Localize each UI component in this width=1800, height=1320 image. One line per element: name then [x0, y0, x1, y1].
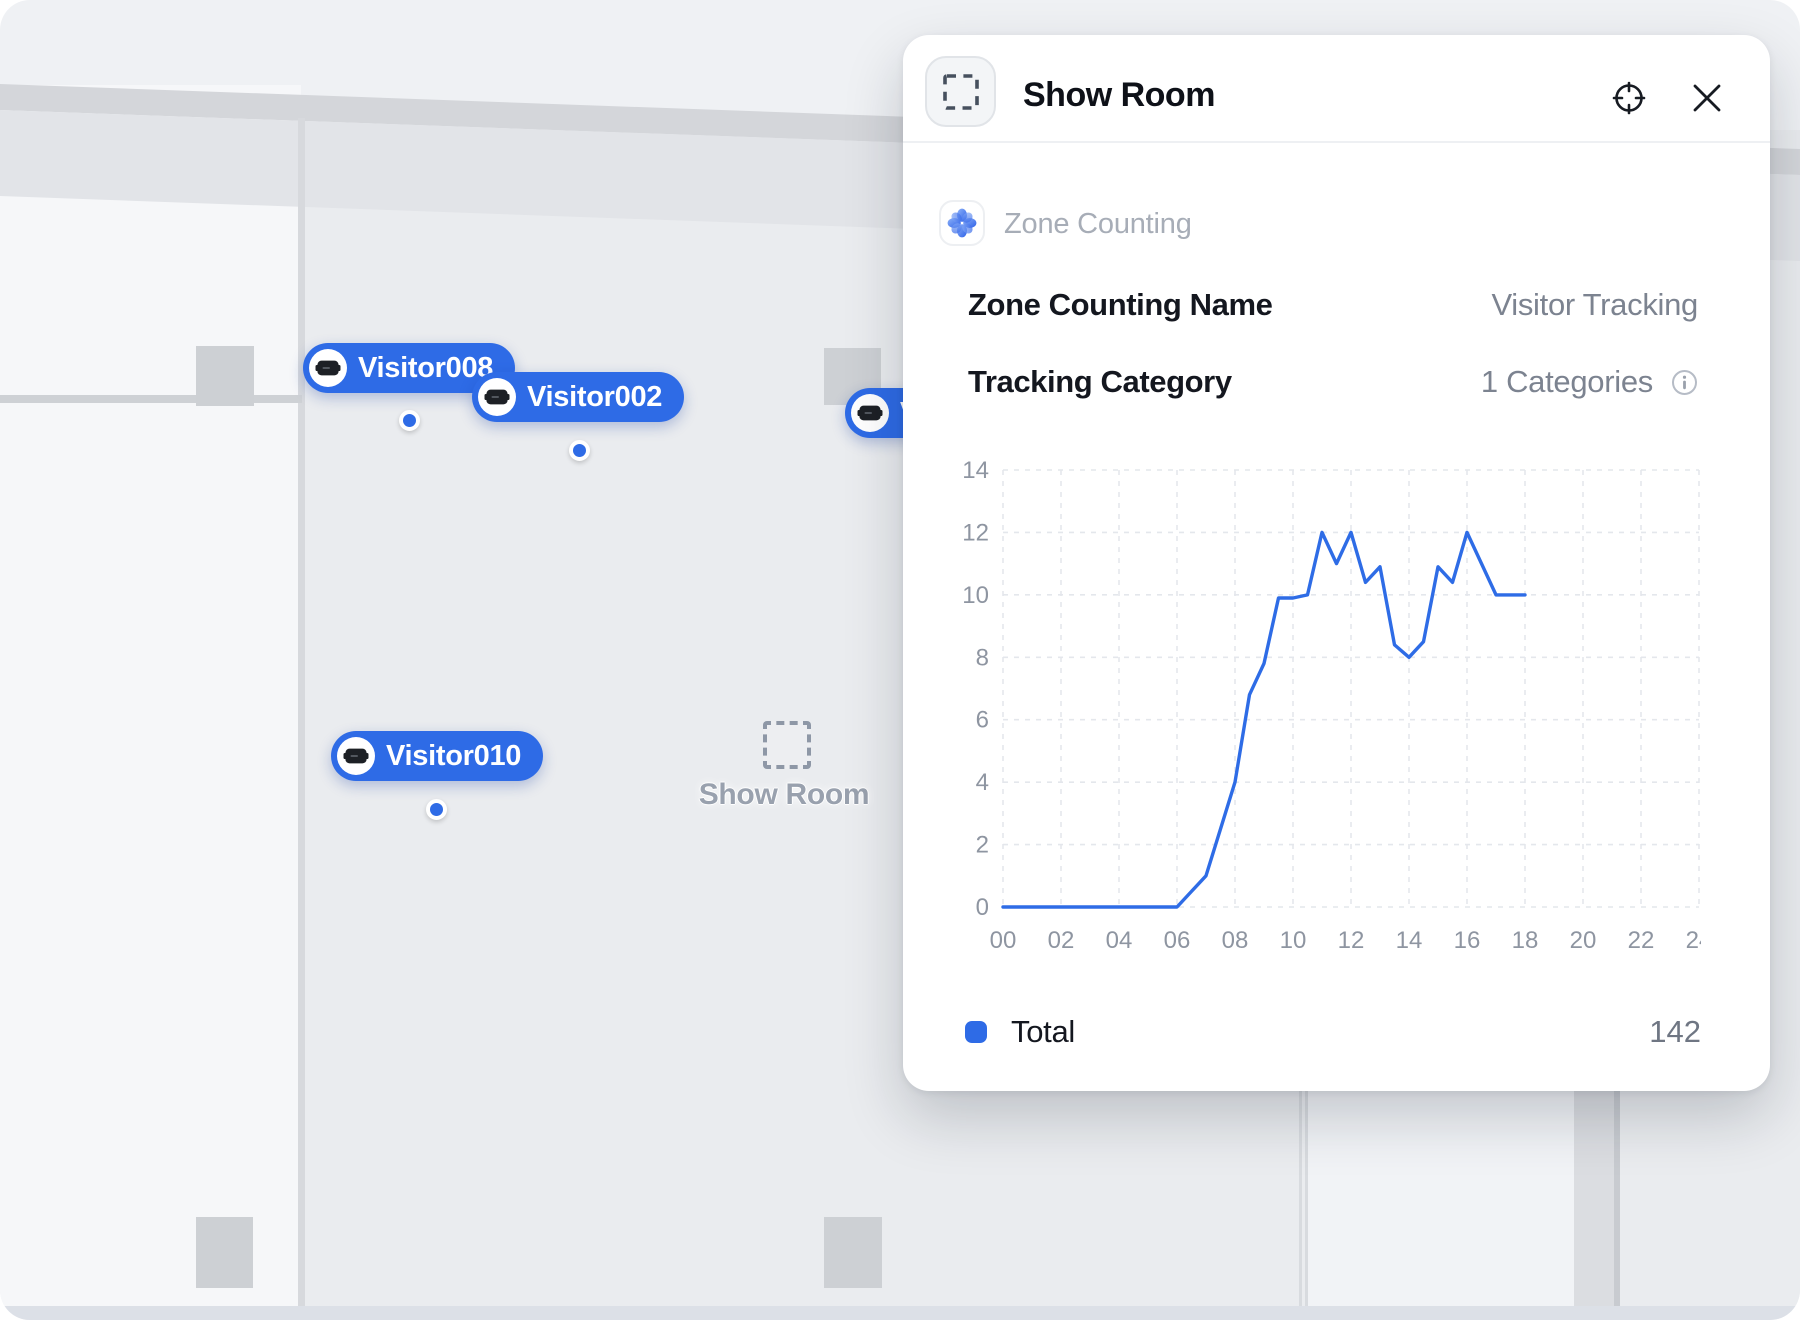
visitor-location-dot	[569, 440, 590, 461]
tracker-badge	[478, 378, 516, 416]
visitor-location-dot	[426, 799, 447, 820]
map-pillar	[196, 346, 254, 406]
tracker-device-icon	[315, 358, 341, 378]
tracker-device-icon	[857, 403, 883, 423]
locate-button[interactable]	[1603, 72, 1655, 124]
map-pillar	[824, 1217, 882, 1288]
tracker-badge	[309, 349, 347, 387]
legend-label: Total	[1011, 1014, 1075, 1050]
tracker-device-icon	[484, 387, 510, 407]
svg-text:10: 10	[1280, 927, 1307, 954]
visitor-location-dot	[399, 410, 420, 431]
visitor-pill[interactable]: Visitor010	[331, 731, 543, 781]
map-zone-label: Show Room	[684, 778, 884, 812]
row-value: Visitor Tracking	[1491, 287, 1698, 323]
map-wall-bottom	[0, 1306, 1800, 1320]
chart-legend-row: Total 142	[965, 1010, 1701, 1054]
visitor-label: Visitor008	[358, 352, 493, 385]
map-room-left	[0, 85, 301, 1320]
svg-text:04: 04	[1106, 927, 1133, 954]
tracker-badge	[851, 394, 889, 432]
header-divider	[903, 141, 1770, 143]
row-zone-counting-name: Zone Counting Name Visitor Tracking	[968, 283, 1698, 327]
svg-text:00: 00	[990, 927, 1017, 954]
floor-map-screen: Show Room Visitor008 Visitor002 Visitor010…	[0, 0, 1800, 1320]
map-wall-vertical	[298, 118, 305, 1320]
svg-text:18: 18	[1512, 927, 1539, 954]
legend-value: 142	[1649, 1014, 1701, 1050]
legend-swatch-total	[965, 1021, 987, 1043]
zone-select-icon[interactable]	[763, 721, 811, 769]
svg-text:06: 06	[1164, 927, 1191, 954]
svg-text:14: 14	[962, 457, 989, 484]
svg-text:0: 0	[976, 894, 989, 921]
panel-title: Show Room	[1023, 76, 1215, 115]
zone-select-icon	[925, 56, 996, 127]
tracker-device-icon	[343, 746, 369, 766]
svg-text:02: 02	[1048, 927, 1075, 954]
line-chart: 0246810121400020406081012141618202224	[961, 450, 1701, 955]
svg-text:6: 6	[976, 707, 989, 734]
section-label: Zone Counting	[1004, 208, 1192, 241]
svg-text:14: 14	[1396, 927, 1423, 954]
svg-text:8: 8	[976, 644, 989, 671]
svg-text:22: 22	[1628, 927, 1655, 954]
zone-counting-chart: 0246810121400020406081012141618202224	[961, 450, 1701, 955]
row-label: Zone Counting Name	[968, 287, 1273, 323]
visitor-label: Visitor002	[527, 381, 662, 414]
close-button[interactable]	[1681, 72, 1733, 124]
tracker-badge	[337, 737, 375, 775]
svg-text:12: 12	[1338, 927, 1365, 954]
close-icon	[1691, 82, 1723, 114]
dashed-square-icon	[941, 72, 981, 112]
svg-text:10: 10	[962, 582, 989, 609]
zone-counting-flower-icon	[947, 208, 977, 238]
svg-text:24: 24	[1686, 927, 1701, 954]
row-value: 1 Categories	[1481, 364, 1653, 400]
svg-text:20: 20	[1570, 927, 1597, 954]
map-floor-light	[1308, 1091, 1574, 1320]
svg-text:08: 08	[1222, 927, 1249, 954]
visitor-label: Visitor010	[386, 740, 521, 773]
row-label: Tracking Category	[968, 364, 1232, 400]
zone-counting-icon-box	[939, 200, 985, 246]
svg-text:12: 12	[962, 519, 989, 546]
map-wall-horizontal	[0, 395, 302, 403]
zone-detail-panel: Show Room	[903, 35, 1770, 1091]
svg-text:4: 4	[976, 769, 989, 796]
map-pillar	[196, 1217, 253, 1288]
locate-crosshair-icon	[1611, 80, 1647, 116]
visitor-pill[interactable]: Visitor002	[472, 372, 684, 422]
svg-text:16: 16	[1454, 927, 1481, 954]
info-icon[interactable]	[1671, 369, 1698, 396]
svg-text:2: 2	[976, 832, 989, 859]
row-tracking-category: Tracking Category 1 Categories	[968, 360, 1698, 404]
